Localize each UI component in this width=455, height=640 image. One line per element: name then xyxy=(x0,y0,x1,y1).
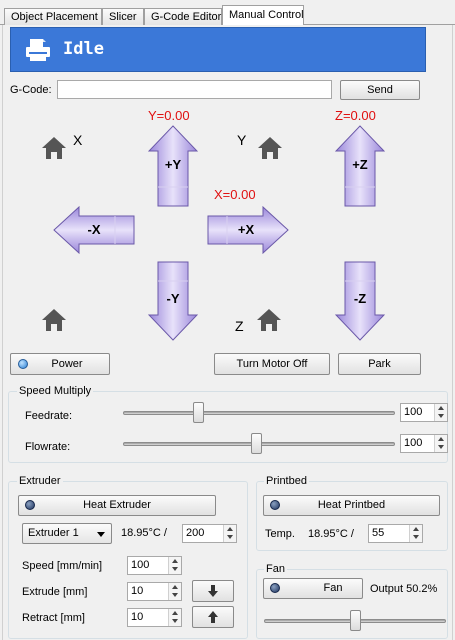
tab-gcode-editor[interactable]: G-Code Editor xyxy=(144,8,222,25)
jog-minus-x-button[interactable]: -X xyxy=(53,206,135,254)
arrow-down-icon xyxy=(208,585,218,597)
jog-minus-z-button[interactable]: -Z xyxy=(335,261,385,341)
feedrate-slider-thumb[interactable] xyxy=(193,402,204,423)
jog-minus-z-label: -Z xyxy=(353,291,367,306)
retract-label: Retract [mm] xyxy=(22,612,85,624)
send-button[interactable]: Send xyxy=(340,80,420,100)
feedrate-slider-track xyxy=(123,411,395,415)
heat-extruder-led-icon xyxy=(25,500,35,510)
extruder-select[interactable]: Extruder 1 xyxy=(22,523,112,544)
power-label: Power xyxy=(51,358,83,370)
jog-plus-y-button[interactable]: +Y xyxy=(148,125,198,207)
speed-multiply-title: Speed Multiply xyxy=(17,385,94,397)
flowrate-spinner[interactable]: 100 xyxy=(400,434,448,453)
tab-manual-control[interactable]: Manual Control xyxy=(222,5,304,25)
feedrate-slider[interactable] xyxy=(123,401,395,425)
printer-icon xyxy=(26,39,50,61)
spinner-arrows-icon[interactable] xyxy=(168,609,181,626)
z-position: Z=0.00 xyxy=(335,108,376,123)
extrude-label: Extrude [mm] xyxy=(22,586,88,598)
home-z-label: Z xyxy=(235,318,244,334)
feedrate-spinner[interactable]: 100 xyxy=(400,403,448,422)
fan-label: Fan xyxy=(323,582,343,594)
spinner-arrows-icon[interactable] xyxy=(409,525,422,542)
spinner-arrows-icon[interactable] xyxy=(434,435,447,452)
extruder-temp: 18.95°C / xyxy=(121,527,167,539)
x-position: X=0.00 xyxy=(214,187,256,202)
home-y-label: Y xyxy=(237,132,247,148)
extruder-select-value: Extruder 1 xyxy=(28,527,79,539)
speed-spinner[interactable]: 100 xyxy=(127,556,182,575)
extruder-target-value: 200 xyxy=(186,527,205,539)
printbed-temp: 18.95°C / xyxy=(308,528,354,540)
printbed-target-spinner[interactable]: 55 xyxy=(368,524,423,543)
y-position: Y=0.00 xyxy=(148,108,190,123)
heat-extruder-button[interactable]: Heat Extruder xyxy=(18,495,216,516)
fan-slider-thumb[interactable] xyxy=(350,610,361,631)
speed-label: Speed [mm/min] xyxy=(22,560,103,572)
printbed-title: Printbed xyxy=(264,475,309,487)
home-all-icon[interactable] xyxy=(40,307,68,333)
flowrate-slider[interactable] xyxy=(123,432,395,456)
tab-slicer[interactable]: Slicer xyxy=(102,8,144,25)
heat-printbed-label: Heat Printbed xyxy=(317,499,386,511)
speed-value: 100 xyxy=(131,559,150,571)
heat-printbed-button[interactable]: Heat Printbed xyxy=(263,495,440,516)
heat-extruder-label: Heat Extruder xyxy=(83,499,151,511)
tab-object-placement[interactable]: Object Placement xyxy=(4,8,102,25)
flowrate-slider-thumb[interactable] xyxy=(251,433,262,454)
home-x-label: X xyxy=(73,132,83,148)
printbed-target-value: 55 xyxy=(372,527,385,539)
spinner-arrows-icon[interactable] xyxy=(434,404,447,421)
retract-value: 10 xyxy=(131,611,144,623)
jog-minus-x-label: -X xyxy=(87,222,101,237)
jog-plus-z-button[interactable]: +Z xyxy=(335,125,385,207)
status-banner: Idle xyxy=(10,27,426,72)
fan-title: Fan xyxy=(264,563,287,575)
retract-spinner[interactable]: 10 xyxy=(127,608,182,627)
extruder-title: Extruder xyxy=(17,475,63,487)
power-led-icon xyxy=(18,359,28,369)
feedrate-value: 100 xyxy=(404,406,423,418)
heat-printbed-led-icon xyxy=(270,500,280,510)
spinner-arrows-icon[interactable] xyxy=(223,525,236,542)
extrude-button[interactable] xyxy=(192,580,234,602)
gcode-label: G-Code: xyxy=(10,84,52,96)
fan-button[interactable]: Fan xyxy=(263,578,363,599)
feedrate-label: Feedrate: xyxy=(25,410,73,422)
flowrate-value: 100 xyxy=(404,437,423,449)
power-button[interactable]: Power xyxy=(10,353,110,375)
extruder-target-spinner[interactable]: 200 xyxy=(182,524,237,543)
flowrate-label: Flowrate: xyxy=(25,441,71,453)
jog-plus-x-label: +X xyxy=(237,222,255,237)
chevron-down-icon xyxy=(97,532,105,537)
jog-plus-z-label: +Z xyxy=(352,157,368,172)
fan-led-icon xyxy=(270,583,280,593)
home-x-icon[interactable] xyxy=(40,135,68,161)
jog-minus-y-label: -Y xyxy=(166,291,180,306)
home-y-icon[interactable] xyxy=(256,135,284,161)
gcode-input[interactable] xyxy=(57,80,332,99)
jog-plus-x-button[interactable]: +X xyxy=(207,206,289,254)
retract-button[interactable] xyxy=(192,606,234,628)
home-z-icon[interactable] xyxy=(255,307,283,333)
turn-motor-off-button[interactable]: Turn Motor Off xyxy=(214,353,330,375)
printbed-temp-label: Temp. xyxy=(265,528,295,540)
jog-minus-y-button[interactable]: -Y xyxy=(148,261,198,341)
status-text: Idle xyxy=(63,39,104,59)
arrow-up-icon xyxy=(208,611,218,623)
jog-plus-y-label: +Y xyxy=(164,157,182,172)
extrude-spinner[interactable]: 10 xyxy=(127,582,182,601)
spinner-arrows-icon[interactable] xyxy=(168,557,181,574)
spinner-arrows-icon[interactable] xyxy=(168,583,181,600)
fan-slider[interactable] xyxy=(264,610,446,634)
extrude-value: 10 xyxy=(131,585,144,597)
park-button[interactable]: Park xyxy=(338,353,421,375)
fan-output: Output 50.2% xyxy=(370,583,438,595)
